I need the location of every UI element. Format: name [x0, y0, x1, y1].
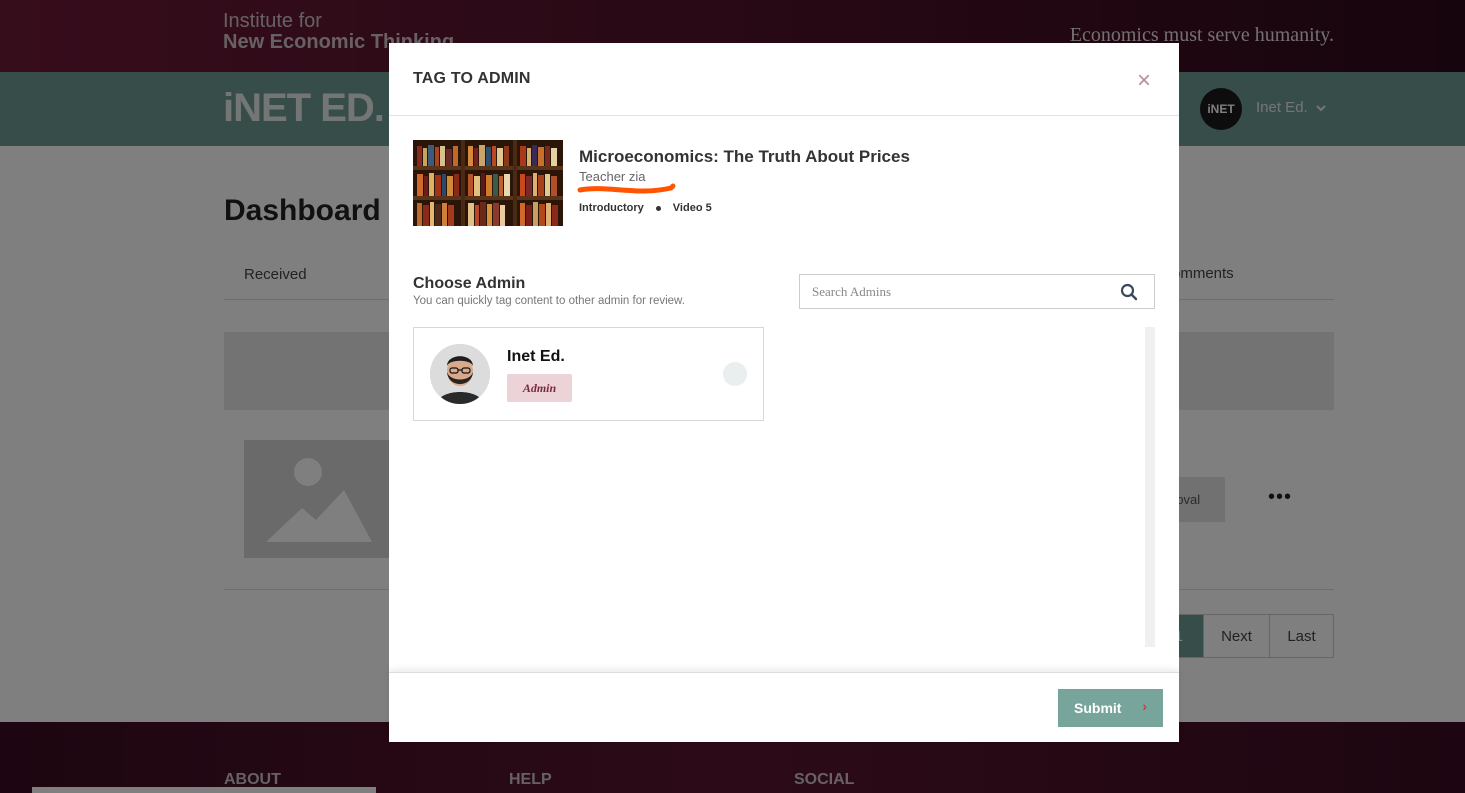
admin-role-badge: Admin — [507, 374, 572, 402]
content-video: Video 5 — [672, 202, 712, 214]
content-title: Microeconomics: The Truth About Prices — [579, 147, 910, 166]
choose-admin-subtext: You can quickly tag content to other adm… — [413, 295, 685, 307]
search-admins-input[interactable] — [812, 275, 1112, 308]
close-icon[interactable]: × — [1137, 69, 1151, 93]
content-level: Introductory — [579, 202, 644, 214]
admin-card[interactable]: Inet Ed. Admin — [413, 327, 764, 421]
content-meta: Introductory Video 5 — [579, 202, 712, 214]
modal-title: TAG TO ADMIN — [413, 70, 531, 87]
content-thumbnail — [413, 140, 563, 226]
meta-separator — [655, 205, 661, 211]
admin-search-box — [799, 274, 1155, 309]
choose-admin-heading: Choose Admin — [413, 275, 526, 292]
redaction-scribble — [577, 183, 676, 194]
admin-list-scrollbar[interactable] — [1145, 327, 1155, 647]
admin-name: Inet Ed. — [507, 348, 565, 365]
chevron-right-icon: › — [1142, 698, 1147, 714]
tag-to-admin-modal: TAG TO ADMIN × Microeconomics: The Truth… — [389, 43, 1179, 742]
submit-button[interactable]: Submit › — [1058, 689, 1163, 727]
admin-select-radio[interactable] — [723, 362, 747, 386]
admin-avatar — [430, 344, 490, 404]
modal-header: TAG TO ADMIN × — [389, 43, 1179, 116]
submit-label: Submit — [1074, 700, 1122, 716]
search-icon[interactable] — [1120, 283, 1138, 301]
modal-footer: Submit › — [389, 672, 1179, 742]
